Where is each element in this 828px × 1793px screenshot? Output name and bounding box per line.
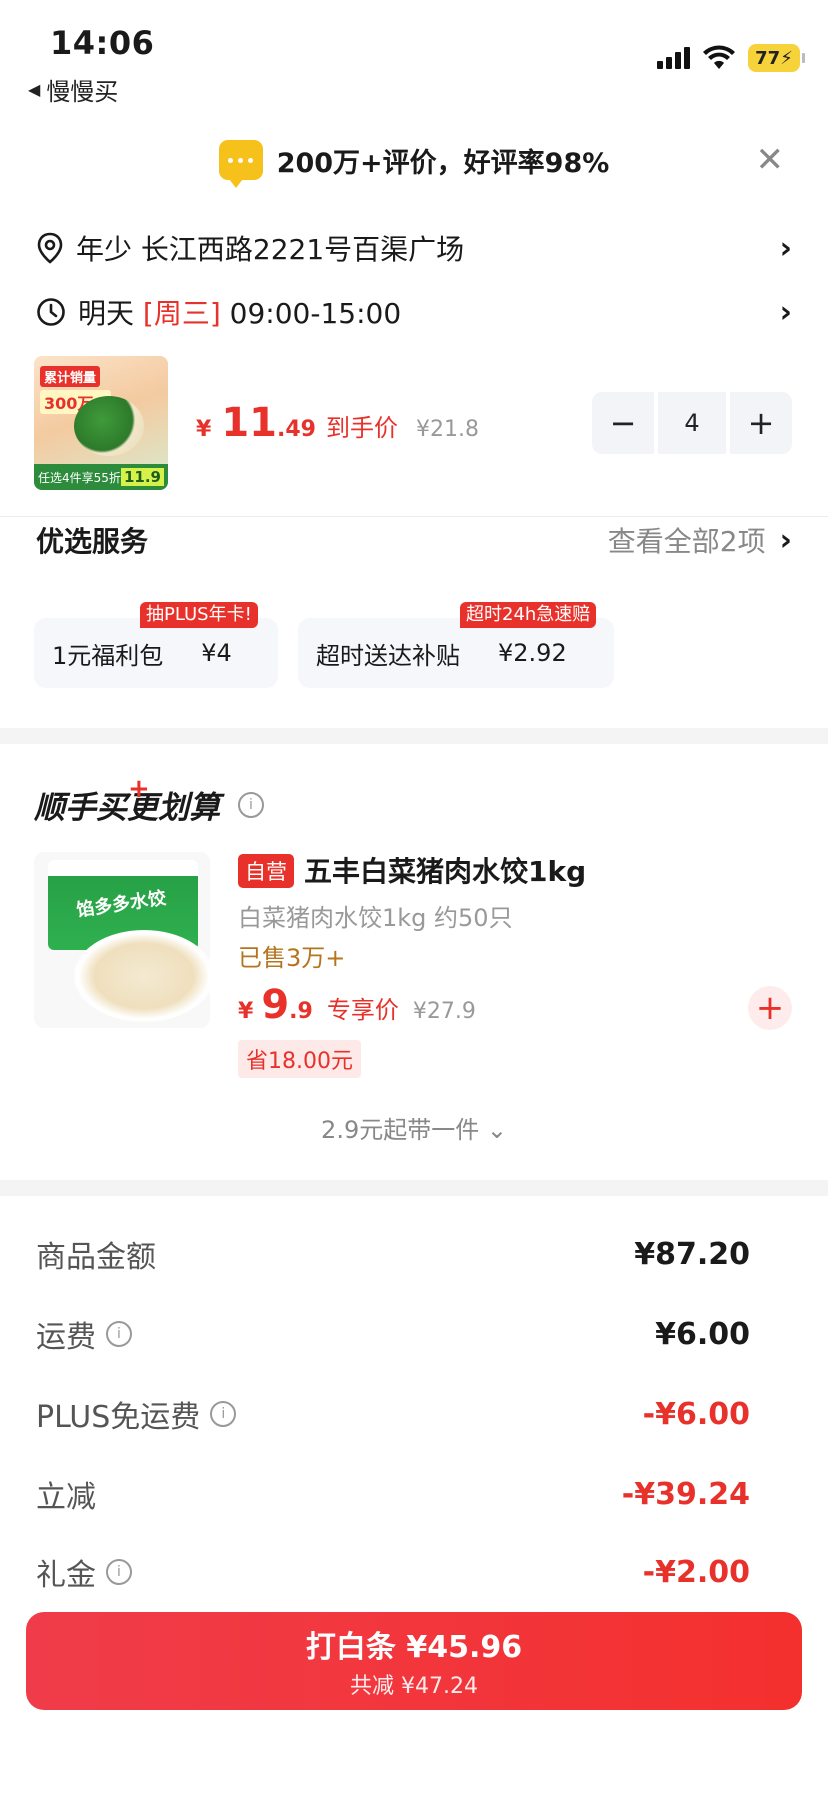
delivery-day: 明天 bbox=[78, 297, 143, 330]
service-name: 超时送达补贴 bbox=[316, 641, 460, 670]
info-icon[interactable]: i bbox=[238, 791, 264, 818]
summary-value: ¥6.00 bbox=[655, 1316, 750, 1352]
status-time: 14:06 bbox=[50, 24, 155, 62]
wifi-icon bbox=[703, 45, 735, 69]
service-name: 1元福利包 bbox=[52, 641, 164, 670]
product-image-tag: 累计销量 bbox=[40, 366, 101, 387]
summary-label-wrap: 礼金 i bbox=[36, 1550, 132, 1594]
back-to-app-link[interactable]: ◀ 慢慢买 bbox=[28, 72, 118, 107]
delivery-range: 09:00-15:00 bbox=[220, 297, 402, 330]
service-badge: 抽PLUS年卡! bbox=[140, 602, 258, 628]
quantity-value[interactable]: 4 bbox=[658, 392, 726, 454]
addon-section-title: 顺手买更划算 + i bbox=[34, 774, 264, 827]
summary-label: 运费 bbox=[36, 1320, 96, 1355]
rating-text: 200万+评价，好评率98% bbox=[276, 147, 610, 179]
product-image-promo: 任选4件享55折 bbox=[38, 470, 121, 485]
price-decimal: .9 bbox=[289, 999, 313, 1024]
delivery-weekday: [周三] bbox=[142, 297, 221, 330]
summary-row-shipping: 运费 i ¥6.00 bbox=[36, 1308, 750, 1360]
delivery-time-text: 明天 [周三] 09:00-15:00 bbox=[78, 292, 780, 332]
clock-icon bbox=[37, 298, 65, 326]
decrease-button[interactable]: − bbox=[592, 392, 654, 454]
summary-label: 立减 bbox=[36, 1480, 96, 1515]
more-addons-link[interactable]: 2.9元起带一件 ⌄ bbox=[0, 1110, 828, 1145]
pay-button[interactable]: 打白条 ¥45.96 共减 ¥47.24 bbox=[26, 1612, 802, 1710]
product-image-footer: 任选4件享55折 11.9 bbox=[34, 464, 168, 490]
summary-label: 商品金额 bbox=[36, 1240, 156, 1275]
original-price: ¥27.9 bbox=[412, 999, 476, 1024]
close-icon[interactable]: ✕ bbox=[756, 140, 785, 180]
savings-badge: 省18.00元 bbox=[238, 1040, 361, 1078]
address-row[interactable]: 年少 长江西路2221号百渠广场 › bbox=[36, 220, 792, 276]
back-app-label: 慢慢买 bbox=[46, 78, 119, 106]
price-integer: 9 bbox=[261, 982, 290, 1028]
summary-label-wrap: PLUS免运费 i bbox=[36, 1392, 237, 1436]
info-icon[interactable]: i bbox=[210, 1401, 237, 1427]
summary-label: PLUS免运费 bbox=[36, 1400, 201, 1435]
price-label: 专享价 bbox=[326, 996, 399, 1024]
summary-label-wrap: 运费 i bbox=[36, 1312, 132, 1356]
addon-title-plus: + bbox=[128, 774, 150, 804]
services-title: 优选服务 bbox=[36, 525, 149, 558]
product-image-price: 11.9 bbox=[120, 468, 164, 486]
summary-label: 礼金 bbox=[36, 1558, 96, 1593]
service-price: ¥4 bbox=[201, 639, 232, 667]
addon-item-subtitle: 白菜猪肉水饺1kg 约50只 bbox=[238, 904, 513, 932]
addon-item-name[interactable]: 五丰白菜猪肉水饺1kg bbox=[304, 850, 586, 890]
location-pin-icon bbox=[37, 232, 63, 264]
price-integer: 11 bbox=[221, 400, 277, 446]
dumpling-illustration bbox=[74, 396, 144, 456]
bag-label: 馅多多水饺 bbox=[75, 887, 168, 922]
add-to-cart-button[interactable]: + bbox=[748, 986, 792, 1030]
chevron-right-icon: › bbox=[779, 230, 792, 266]
product-image[interactable]: 累计销量 300万+ 任选4件享55折 11.9 bbox=[34, 356, 168, 490]
pay-button-label: 打白条 ¥45.96 bbox=[305, 1630, 523, 1665]
price-currency: ¥ bbox=[238, 999, 254, 1024]
delivery-time-row[interactable]: 明天 [周三] 09:00-15:00 › bbox=[36, 284, 792, 340]
rating-banner: 200万+评价，好评率98% bbox=[0, 130, 828, 190]
divider bbox=[0, 516, 828, 517]
section-gap bbox=[0, 1180, 828, 1196]
chevron-right-icon: › bbox=[779, 522, 792, 558]
service-badge: 超时24h急速赔 bbox=[460, 602, 597, 628]
status-icons: 77 ⚡ bbox=[657, 44, 805, 72]
address-text: 年少 长江西路2221号百渠广场 bbox=[76, 233, 465, 266]
price-label: 到手价 bbox=[325, 414, 398, 442]
section-gap bbox=[0, 728, 828, 744]
see-all-services-link[interactable]: 查看全部2项 › bbox=[608, 520, 792, 560]
battery-level: 77 bbox=[755, 47, 781, 69]
self-operated-badge: 自营 bbox=[238, 854, 294, 888]
signal-icon bbox=[657, 47, 690, 69]
battery-icon: 77 ⚡ bbox=[748, 44, 805, 72]
price-decimal: .49 bbox=[276, 417, 316, 442]
price-currency: ¥ bbox=[196, 417, 212, 442]
chat-bubble-icon bbox=[218, 140, 263, 188]
service-card-welfare[interactable]: 1元福利包 ¥4 bbox=[34, 618, 278, 688]
summary-row-gift: 礼金 i -¥2.00 bbox=[36, 1546, 750, 1598]
summary-row-goods: 商品金额 ¥87.20 bbox=[36, 1228, 750, 1280]
pay-button-savings: 共减 ¥47.24 bbox=[350, 1674, 478, 1699]
summary-row-plus-shipping: PLUS免运费 i -¥6.00 bbox=[36, 1388, 750, 1440]
chevron-right-icon: › bbox=[779, 294, 792, 330]
addon-item-price: ¥ 9 .9 专享价 ¥27.9 bbox=[238, 982, 476, 1028]
back-arrow-icon: ◀ bbox=[28, 80, 41, 99]
addon-item-image[interactable]: 馅多多水饺 bbox=[34, 852, 210, 1028]
increase-button[interactable]: + bbox=[730, 392, 792, 454]
info-icon[interactable]: i bbox=[106, 1321, 132, 1347]
addon-item-sold: 已售3万+ bbox=[238, 944, 346, 972]
summary-value: -¥39.24 bbox=[621, 1476, 750, 1512]
summary-value: -¥6.00 bbox=[642, 1396, 750, 1432]
dumpling-plate-illustration bbox=[74, 930, 210, 1022]
summary-value: -¥2.00 bbox=[642, 1554, 750, 1590]
product-price: ¥ 11 .49 到手价 ¥21.8 bbox=[196, 400, 479, 446]
summary-row-discount: 立减 -¥39.24 bbox=[36, 1468, 750, 1520]
summary-value: ¥87.20 bbox=[634, 1236, 750, 1272]
addon-title-text: 顺手买更划算 bbox=[34, 790, 220, 826]
see-all-label: 查看全部2项 bbox=[607, 525, 766, 558]
service-card-delay-compensation[interactable]: 超时送达补贴 ¥2.92 bbox=[298, 618, 614, 688]
service-price: ¥2.92 bbox=[498, 639, 567, 667]
original-price: ¥21.8 bbox=[415, 417, 479, 442]
info-icon[interactable]: i bbox=[106, 1559, 132, 1585]
quantity-stepper: − 4 + bbox=[592, 392, 792, 454]
